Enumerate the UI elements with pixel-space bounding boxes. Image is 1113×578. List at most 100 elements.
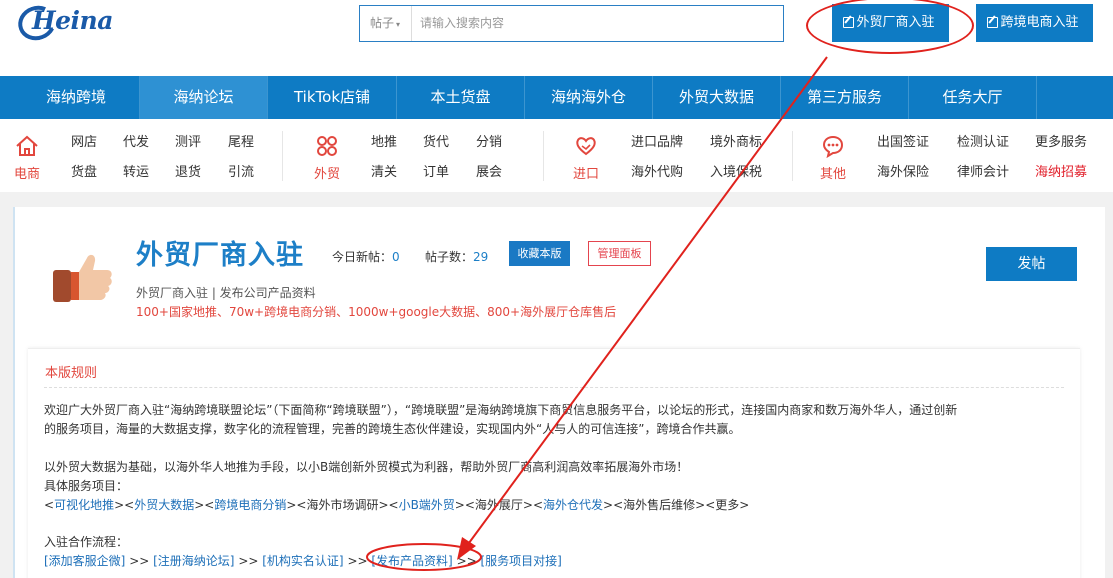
chat-icon: [813, 133, 853, 159]
category-other-label: 其他: [819, 167, 846, 182]
category-bar: 电商 网店 代发 测评 尾程 货盘 转运 退货 引流 外贸 地推 货代 分销 清…: [0, 119, 1113, 192]
admin-panel-button[interactable]: 管理面板: [588, 241, 651, 266]
today-posts-label: 今日新帖：: [332, 250, 393, 264]
services-list: <可视化地推><外贸大数据><跨境电商分销><海外市场调研><小B端外贸><海外…: [44, 498, 750, 512]
cat-link-import-brand[interactable]: 进口品牌: [631, 131, 683, 150]
divider: [792, 131, 793, 181]
edit-icon: [843, 17, 854, 28]
nav-item-overseas-warehouse[interactable]: 海纳海外仓: [525, 76, 653, 119]
home-icon: [7, 133, 47, 159]
cross-border-join-button[interactable]: 跨境电商入驻: [976, 4, 1093, 42]
search-scope-label: 帖子: [370, 16, 395, 30]
today-posts-count: 0: [392, 250, 400, 264]
services-label: 具体服务项目：: [44, 479, 129, 493]
edit-icon: [987, 17, 998, 28]
cat-link-returns[interactable]: 退货: [175, 161, 201, 180]
process-step-link[interactable]: [发布产品资料]: [371, 554, 452, 568]
search-box: 帖子 ▾: [359, 5, 784, 42]
main-nav: 海纳跨境 海纳论坛 TikTok店铺 本土货盘 海纳海外仓 外贸大数据 第三方服…: [0, 76, 1113, 119]
service-item: 海外市场调研: [306, 498, 379, 512]
cat-link-dropship[interactable]: 代发: [123, 131, 149, 150]
cat-link-last-mile[interactable]: 尾程: [228, 131, 254, 150]
nav-item-local-goods[interactable]: 本土货盘: [397, 76, 525, 119]
rules-mission: 以外贸大数据为基础，以海外华人地推为手段，以小B端创新外贸模式为利器，帮助外贸厂…: [44, 460, 689, 474]
chevron-down-icon: ▾: [396, 20, 401, 29]
cat-link-forwarding[interactable]: 转运: [123, 161, 149, 180]
cat-link-bonded[interactable]: 入境保税: [710, 161, 762, 180]
today-posts-stat: 今日新帖：0: [332, 248, 400, 265]
nav-item-task-hall[interactable]: 任务大厅: [909, 76, 1037, 119]
cat-link-traffic[interactable]: 引流: [228, 161, 254, 180]
process-step-link[interactable]: [服务项目对接]: [481, 554, 562, 568]
category-import[interactable]: 进口: [566, 133, 606, 182]
cat-link-customs[interactable]: 清关: [371, 161, 397, 180]
logo-text: Heina: [32, 6, 113, 35]
service-item: 海外展厅: [474, 498, 523, 512]
service-item: 更多: [715, 498, 740, 512]
cat-link-exhibition[interactable]: 展会: [476, 161, 502, 180]
cat-link-online-shop[interactable]: 网店: [71, 131, 97, 150]
rules-intro-line-2: 的服务项目，海量的大数据支撑，数字化的流程管理，完善的跨境生态伙伴建设，实现国内…: [44, 422, 741, 436]
cat-link-orders[interactable]: 订单: [423, 161, 449, 180]
cat-link-overseas-purchase[interactable]: 海外代购: [631, 161, 683, 180]
forum-panel: 外贸厂商入驻 今日新帖：0 帖子数：29 收藏本版 管理面板 发帖 外贸厂商入驻…: [13, 207, 1105, 578]
nav-item-third-party[interactable]: 第三方服务: [781, 76, 909, 119]
nav-item-forum[interactable]: 海纳论坛: [140, 76, 268, 119]
search-scope-select[interactable]: 帖子 ▾: [360, 6, 412, 41]
heart-hand-icon: [566, 133, 606, 159]
total-posts-stat: 帖子数：29: [425, 248, 488, 265]
forum-title: 外贸厂商入驻: [136, 240, 304, 271]
rules-intro-line-1: 欢迎广大外贸厂商入驻“海纳跨境联盟论坛”（下面简称“跨境联盟”），“跨境联盟”是…: [44, 403, 958, 417]
divider: [543, 131, 544, 181]
service-link[interactable]: 外贸大数据: [134, 498, 194, 512]
service-link[interactable]: 海外仓代发: [543, 498, 603, 512]
category-other[interactable]: 其他: [813, 133, 853, 182]
divider: [44, 387, 1064, 388]
cat-link-insurance[interactable]: 海外保险: [877, 161, 929, 180]
cat-link-certification[interactable]: 检测认证: [957, 131, 1009, 150]
forum-highlights: 100+国家地推、70w+跨境电商分销、1000w+google大数据、800+…: [136, 305, 617, 319]
top-bar: Heina 帖子▾ 外贸厂商入驻 跨境电商入驻: [0, 0, 1113, 76]
grid-icon: [307, 133, 347, 159]
category-import-label: 进口: [572, 167, 599, 182]
process-step-link[interactable]: [机构实名认证]: [262, 554, 343, 568]
nav-item-trade-bigdata[interactable]: 外贸大数据: [653, 76, 781, 119]
cat-link-freight[interactable]: 货代: [423, 131, 449, 150]
foreign-trade-join-label: 外贸厂商入驻: [856, 15, 935, 30]
category-trade[interactable]: 外贸: [307, 133, 347, 182]
cross-border-join-label: 跨境电商入驻: [1000, 15, 1079, 30]
process-step-link[interactable]: [注册海纳论坛]: [153, 554, 234, 568]
search-input[interactable]: [420, 12, 770, 34]
rules-box: 本版规则 欢迎广大外贸厂商入驻“海纳跨境联盟论坛”（下面简称“跨境联盟”），“跨…: [28, 348, 1080, 578]
thumbs-up-icon: [51, 250, 115, 306]
cat-link-lawyer-accountant[interactable]: 律师会计: [957, 161, 1009, 180]
cat-link-visa[interactable]: 出国签证: [877, 131, 929, 150]
nav-item-tiktok[interactable]: TikTok店铺: [268, 76, 397, 119]
service-link[interactable]: 可视化地推: [54, 498, 114, 512]
cat-link-more-services[interactable]: 更多服务: [1035, 131, 1087, 150]
process-steps: [添加客服企微] >> [注册海纳论坛] >> [机构实名认证] >> [发布产…: [44, 554, 562, 568]
cat-link-review[interactable]: 测评: [175, 131, 201, 150]
cat-link-distribution[interactable]: 分销: [476, 131, 502, 150]
service-link[interactable]: 小B端外贸: [399, 498, 455, 512]
favorite-forum-button[interactable]: 收藏本版: [509, 241, 570, 266]
rules-title: 本版规则: [45, 366, 98, 381]
total-posts-label: 帖子数：: [425, 250, 474, 264]
cat-link-recruit[interactable]: 海纳招募: [1035, 161, 1087, 180]
cat-link-goods[interactable]: 货盘: [71, 161, 97, 180]
category-ecommerce[interactable]: 电商: [7, 133, 47, 182]
service-item: 海外售后维修: [623, 498, 696, 512]
heina-logo[interactable]: Heina: [13, 0, 118, 46]
process-label: 入驻合作流程：: [44, 535, 129, 549]
forum-description: 外贸厂商入驻 | 发布公司产品资料: [136, 286, 316, 300]
category-trade-label: 外贸: [313, 167, 340, 182]
foreign-trade-join-button[interactable]: 外贸厂商入驻: [832, 4, 949, 42]
process-step-link[interactable]: [添加客服企微]: [44, 554, 125, 568]
nav-item-heina-crossborder[interactable]: 海纳跨境: [13, 76, 140, 119]
divider: [282, 131, 283, 181]
service-link[interactable]: 跨境电商分销: [214, 498, 286, 512]
total-posts-count: 29: [473, 250, 489, 264]
cat-link-ground-promo[interactable]: 地推: [371, 131, 397, 150]
cat-link-overseas-trademark[interactable]: 境外商标: [710, 131, 762, 150]
new-post-button[interactable]: 发帖: [986, 247, 1077, 281]
